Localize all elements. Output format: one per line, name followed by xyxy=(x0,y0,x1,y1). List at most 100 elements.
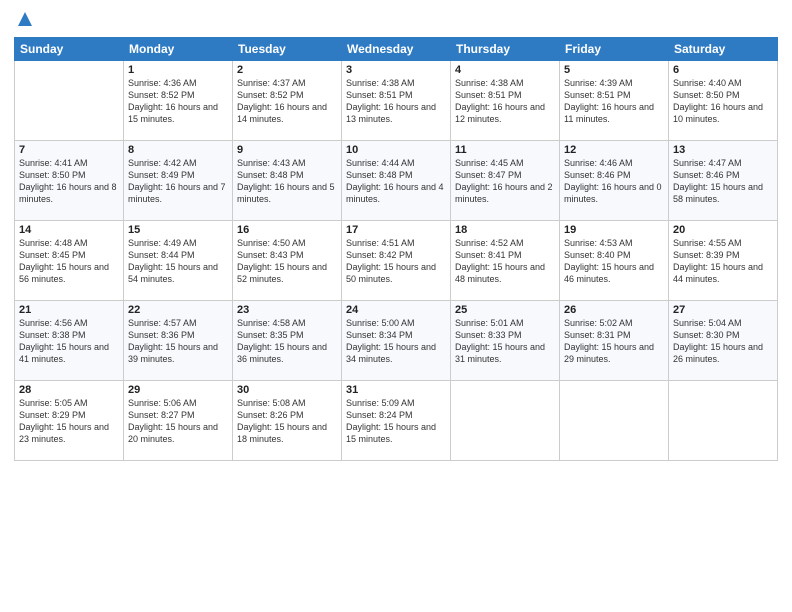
calendar-week-row: 7Sunrise: 4:41 AM Sunset: 8:50 PM Daylig… xyxy=(15,141,778,221)
page-container: SundayMondayTuesdayWednesdayThursdayFrid… xyxy=(0,0,792,467)
day-info: Sunrise: 5:04 AM Sunset: 8:30 PM Dayligh… xyxy=(673,317,773,366)
day-number: 19 xyxy=(564,224,664,236)
day-info: Sunrise: 4:38 AM Sunset: 8:51 PM Dayligh… xyxy=(455,77,555,126)
day-info: Sunrise: 4:45 AM Sunset: 8:47 PM Dayligh… xyxy=(455,157,555,206)
day-header-sunday: Sunday xyxy=(15,38,124,61)
day-number: 8 xyxy=(128,144,228,156)
calendar-cell: 20Sunrise: 4:55 AM Sunset: 8:39 PM Dayli… xyxy=(669,221,778,301)
day-info: Sunrise: 4:46 AM Sunset: 8:46 PM Dayligh… xyxy=(564,157,664,206)
day-info: Sunrise: 4:55 AM Sunset: 8:39 PM Dayligh… xyxy=(673,237,773,286)
day-number: 1 xyxy=(128,64,228,76)
day-info: Sunrise: 4:44 AM Sunset: 8:48 PM Dayligh… xyxy=(346,157,446,206)
calendar-cell: 27Sunrise: 5:04 AM Sunset: 8:30 PM Dayli… xyxy=(669,301,778,381)
calendar-cell: 22Sunrise: 4:57 AM Sunset: 8:36 PM Dayli… xyxy=(124,301,233,381)
day-info: Sunrise: 4:39 AM Sunset: 8:51 PM Dayligh… xyxy=(564,77,664,126)
calendar-cell: 14Sunrise: 4:48 AM Sunset: 8:45 PM Dayli… xyxy=(15,221,124,301)
day-info: Sunrise: 5:00 AM Sunset: 8:34 PM Dayligh… xyxy=(346,317,446,366)
day-number: 3 xyxy=(346,64,446,76)
calendar-cell: 23Sunrise: 4:58 AM Sunset: 8:35 PM Dayli… xyxy=(233,301,342,381)
calendar-cell: 3Sunrise: 4:38 AM Sunset: 8:51 PM Daylig… xyxy=(342,61,451,141)
calendar-cell: 28Sunrise: 5:05 AM Sunset: 8:29 PM Dayli… xyxy=(15,381,124,461)
calendar-body: 1Sunrise: 4:36 AM Sunset: 8:52 PM Daylig… xyxy=(15,61,778,461)
calendar-cell xyxy=(560,381,669,461)
day-number: 20 xyxy=(673,224,773,236)
day-info: Sunrise: 5:01 AM Sunset: 8:33 PM Dayligh… xyxy=(455,317,555,366)
calendar-cell xyxy=(669,381,778,461)
day-number: 6 xyxy=(673,64,773,76)
calendar-cell: 17Sunrise: 4:51 AM Sunset: 8:42 PM Dayli… xyxy=(342,221,451,301)
day-info: Sunrise: 4:36 AM Sunset: 8:52 PM Dayligh… xyxy=(128,77,228,126)
calendar-header-row: SundayMondayTuesdayWednesdayThursdayFrid… xyxy=(15,38,778,61)
day-info: Sunrise: 4:40 AM Sunset: 8:50 PM Dayligh… xyxy=(673,77,773,126)
day-info: Sunrise: 4:47 AM Sunset: 8:46 PM Dayligh… xyxy=(673,157,773,206)
calendar-cell: 24Sunrise: 5:00 AM Sunset: 8:34 PM Dayli… xyxy=(342,301,451,381)
day-number: 4 xyxy=(455,64,555,76)
calendar-cell: 12Sunrise: 4:46 AM Sunset: 8:46 PM Dayli… xyxy=(560,141,669,221)
calendar-cell: 25Sunrise: 5:01 AM Sunset: 8:33 PM Dayli… xyxy=(451,301,560,381)
day-number: 27 xyxy=(673,304,773,316)
day-info: Sunrise: 4:51 AM Sunset: 8:42 PM Dayligh… xyxy=(346,237,446,286)
day-header-monday: Monday xyxy=(124,38,233,61)
day-info: Sunrise: 4:42 AM Sunset: 8:49 PM Dayligh… xyxy=(128,157,228,206)
day-info: Sunrise: 4:56 AM Sunset: 8:38 PM Dayligh… xyxy=(19,317,119,366)
day-number: 2 xyxy=(237,64,337,76)
calendar-week-row: 14Sunrise: 4:48 AM Sunset: 8:45 PM Dayli… xyxy=(15,221,778,301)
day-number: 5 xyxy=(564,64,664,76)
calendar-cell: 2Sunrise: 4:37 AM Sunset: 8:52 PM Daylig… xyxy=(233,61,342,141)
day-number: 29 xyxy=(128,384,228,396)
calendar-cell: 5Sunrise: 4:39 AM Sunset: 8:51 PM Daylig… xyxy=(560,61,669,141)
calendar-cell xyxy=(451,381,560,461)
day-number: 15 xyxy=(128,224,228,236)
calendar-cell: 11Sunrise: 4:45 AM Sunset: 8:47 PM Dayli… xyxy=(451,141,560,221)
day-header-thursday: Thursday xyxy=(451,38,560,61)
calendar-cell: 6Sunrise: 4:40 AM Sunset: 8:50 PM Daylig… xyxy=(669,61,778,141)
day-info: Sunrise: 4:53 AM Sunset: 8:40 PM Dayligh… xyxy=(564,237,664,286)
header xyxy=(14,10,778,33)
day-number: 18 xyxy=(455,224,555,236)
calendar-table: SundayMondayTuesdayWednesdayThursdayFrid… xyxy=(14,37,778,461)
calendar-cell: 4Sunrise: 4:38 AM Sunset: 8:51 PM Daylig… xyxy=(451,61,560,141)
calendar-cell: 9Sunrise: 4:43 AM Sunset: 8:48 PM Daylig… xyxy=(233,141,342,221)
day-number: 25 xyxy=(455,304,555,316)
day-info: Sunrise: 4:48 AM Sunset: 8:45 PM Dayligh… xyxy=(19,237,119,286)
calendar-cell: 10Sunrise: 4:44 AM Sunset: 8:48 PM Dayli… xyxy=(342,141,451,221)
calendar-cell: 18Sunrise: 4:52 AM Sunset: 8:41 PM Dayli… xyxy=(451,221,560,301)
calendar-cell: 31Sunrise: 5:09 AM Sunset: 8:24 PM Dayli… xyxy=(342,381,451,461)
calendar-cell: 13Sunrise: 4:47 AM Sunset: 8:46 PM Dayli… xyxy=(669,141,778,221)
calendar-week-row: 21Sunrise: 4:56 AM Sunset: 8:38 PM Dayli… xyxy=(15,301,778,381)
calendar-cell: 29Sunrise: 5:06 AM Sunset: 8:27 PM Dayli… xyxy=(124,381,233,461)
day-header-friday: Friday xyxy=(560,38,669,61)
day-header-tuesday: Tuesday xyxy=(233,38,342,61)
day-info: Sunrise: 4:52 AM Sunset: 8:41 PM Dayligh… xyxy=(455,237,555,286)
day-info: Sunrise: 5:05 AM Sunset: 8:29 PM Dayligh… xyxy=(19,397,119,446)
calendar-cell: 26Sunrise: 5:02 AM Sunset: 8:31 PM Dayli… xyxy=(560,301,669,381)
day-number: 9 xyxy=(237,144,337,156)
day-number: 12 xyxy=(564,144,664,156)
day-number: 31 xyxy=(346,384,446,396)
day-number: 22 xyxy=(128,304,228,316)
calendar-cell: 30Sunrise: 5:08 AM Sunset: 8:26 PM Dayli… xyxy=(233,381,342,461)
day-number: 13 xyxy=(673,144,773,156)
day-info: Sunrise: 4:50 AM Sunset: 8:43 PM Dayligh… xyxy=(237,237,337,286)
day-header-saturday: Saturday xyxy=(669,38,778,61)
day-info: Sunrise: 5:09 AM Sunset: 8:24 PM Dayligh… xyxy=(346,397,446,446)
day-info: Sunrise: 4:57 AM Sunset: 8:36 PM Dayligh… xyxy=(128,317,228,366)
day-number: 28 xyxy=(19,384,119,396)
day-header-wednesday: Wednesday xyxy=(342,38,451,61)
day-number: 17 xyxy=(346,224,446,236)
logo-icon xyxy=(16,10,34,28)
day-number: 7 xyxy=(19,144,119,156)
day-number: 30 xyxy=(237,384,337,396)
day-info: Sunrise: 5:08 AM Sunset: 8:26 PM Dayligh… xyxy=(237,397,337,446)
day-number: 23 xyxy=(237,304,337,316)
day-info: Sunrise: 4:41 AM Sunset: 8:50 PM Dayligh… xyxy=(19,157,119,206)
logo xyxy=(14,10,34,33)
day-number: 21 xyxy=(19,304,119,316)
day-info: Sunrise: 4:38 AM Sunset: 8:51 PM Dayligh… xyxy=(346,77,446,126)
day-info: Sunrise: 5:02 AM Sunset: 8:31 PM Dayligh… xyxy=(564,317,664,366)
day-number: 16 xyxy=(237,224,337,236)
day-info: Sunrise: 4:49 AM Sunset: 8:44 PM Dayligh… xyxy=(128,237,228,286)
day-number: 26 xyxy=(564,304,664,316)
day-number: 11 xyxy=(455,144,555,156)
day-info: Sunrise: 4:37 AM Sunset: 8:52 PM Dayligh… xyxy=(237,77,337,126)
